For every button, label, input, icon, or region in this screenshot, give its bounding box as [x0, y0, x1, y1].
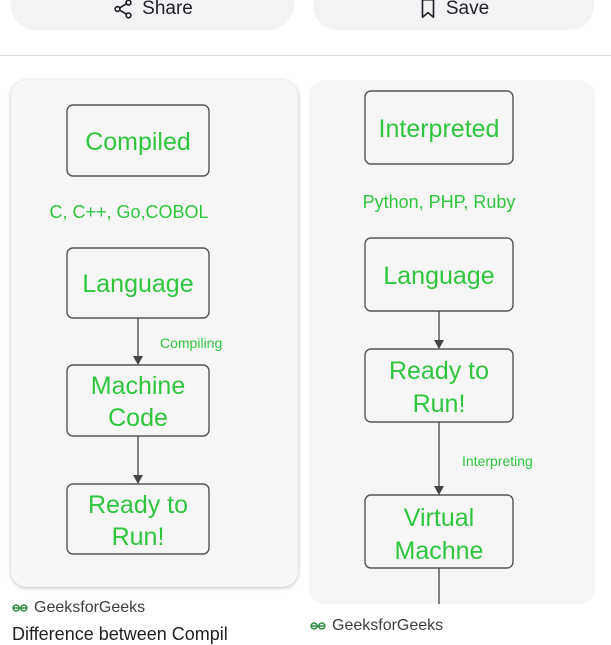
image-result-interpreted[interactable]: Interpreted Python, PHP, Ruby Language R… [309, 80, 595, 604]
run-text: Run! [112, 523, 165, 551]
arrow-head [133, 475, 143, 484]
language-text: Language [82, 270, 193, 298]
bookmark-icon [421, 0, 435, 19]
geeksforgeeks-logo-icon [310, 622, 326, 630]
compiled-examples: C, C++, Go,COBOL [49, 202, 208, 222]
arrow-head [434, 340, 444, 349]
source-name: GeeksforGeeks [34, 599, 146, 616]
arrow-head [434, 486, 444, 495]
arrow-head [133, 356, 143, 365]
save-button[interactable]: Save [313, 0, 594, 30]
source-link[interactable]: GeeksforGeeks [310, 617, 443, 635]
ready-text: Ready to [88, 491, 188, 519]
interpreted-flow-diagram: Interpreted Python, PHP, Ruby Language R… [363, 90, 533, 604]
code-text: Code [108, 404, 168, 432]
geeksforgeeks-logo-icon [12, 604, 28, 612]
share-button[interactable]: Share [11, 0, 294, 30]
virtual-text: Virtual [404, 504, 474, 532]
run-text: Run! [413, 390, 466, 418]
share-icon [114, 0, 132, 19]
save-label: Save [445, 0, 490, 19]
interpreting-label: Interpreting [462, 453, 533, 469]
compiling-label: Compiling [160, 335, 222, 351]
language-text: Language [383, 262, 494, 290]
machne-text: Machne [395, 537, 484, 565]
share-label: Share [142, 0, 193, 19]
compiled-text: Compiled [85, 128, 191, 156]
source-name: GeeksforGeeks [332, 617, 444, 634]
interpreted-text: Interpreted [379, 115, 500, 143]
ready-text: Ready to [389, 357, 489, 385]
source-link[interactable]: GeeksforGeeks [12, 599, 145, 617]
divider [0, 55, 611, 56]
compiled-flow-diagram: Compiled C, C++, Go,COBOL Language Compi… [49, 104, 222, 555]
machine-text: Machine [91, 372, 186, 400]
image-result-compiled[interactable]: Compiled C, C++, Go,COBOL Language Compi… [11, 80, 298, 587]
interpreted-examples: Python, PHP, Ruby [363, 192, 516, 212]
result-title[interactable]: Difference between Compil [12, 624, 228, 645]
